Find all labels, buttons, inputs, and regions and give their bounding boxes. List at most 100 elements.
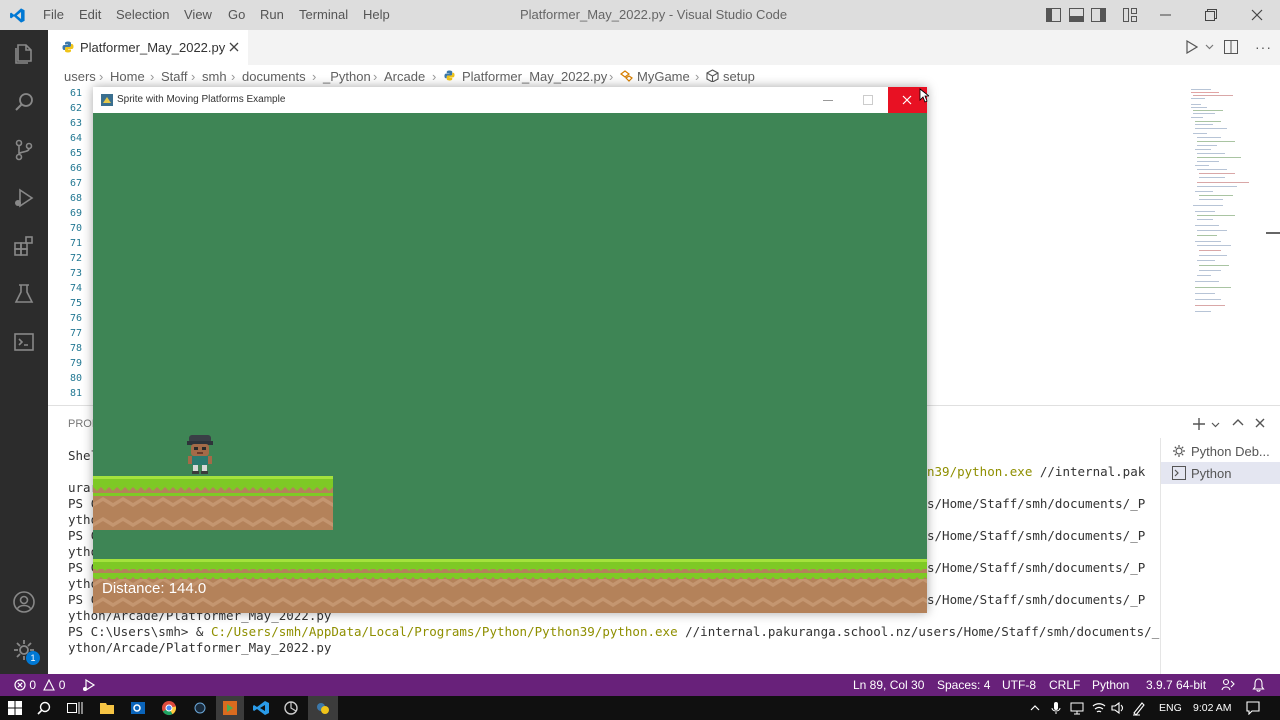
app-dark-icon[interactable]	[189, 699, 211, 717]
debug-run-icon[interactable]	[82, 678, 96, 692]
arcade-game-icon	[223, 701, 237, 715]
source-control-icon[interactable]	[12, 138, 36, 162]
breadcrumb-separator: ›	[312, 69, 317, 84]
wifi-icon[interactable]	[1092, 701, 1106, 715]
clock[interactable]: 9:02 AM	[1193, 702, 1232, 714]
debug-gear-icon	[1173, 445, 1185, 457]
menu-selection[interactable]: Selection	[116, 7, 169, 22]
input-language[interactable]: ENG	[1159, 702, 1182, 714]
close-button[interactable]	[1234, 0, 1280, 30]
network-icon[interactable]	[1070, 701, 1084, 715]
outlook-icon[interactable]	[127, 699, 149, 717]
menu-go[interactable]: Go	[228, 7, 245, 22]
breadcrumb-arcade[interactable]: Arcade	[384, 69, 425, 84]
menu-help[interactable]: Help	[363, 7, 390, 22]
run-debug-icon[interactable]	[12, 186, 36, 210]
vscode-taskbar-icon[interactable]	[250, 699, 272, 717]
notification-center-icon[interactable]	[1246, 701, 1260, 715]
breadcrumb-python[interactable]: _Python	[323, 69, 371, 84]
file-explorer-icon[interactable]	[96, 699, 118, 717]
extensions-icon[interactable]	[12, 234, 36, 258]
method-symbol-icon	[706, 69, 719, 82]
search-icon[interactable]	[37, 701, 51, 715]
python-file-icon	[62, 41, 74, 53]
feedback-icon[interactable]	[1221, 678, 1235, 692]
encoding[interactable]: UTF-8	[1002, 678, 1036, 692]
more-actions-icon[interactable]: ···	[1255, 39, 1272, 55]
remote-explorer-icon[interactable]	[12, 330, 36, 354]
pen-input-icon[interactable]	[1131, 700, 1147, 716]
cursor-position[interactable]: Ln 89, Col 30	[853, 678, 924, 692]
search-icon[interactable]	[12, 90, 36, 114]
game-title-bar[interactable]: Sprite with Moving Platforms Example	[93, 87, 927, 113]
game-maximize-button[interactable]	[853, 87, 883, 113]
tab-platformer[interactable]: Platformer_May_2022.py	[48, 30, 248, 65]
split-editor-icon[interactable]	[1224, 40, 1238, 54]
python-interpreter[interactable]: 3.9.7 64-bit	[1146, 678, 1206, 692]
explorer-icon[interactable]	[12, 42, 36, 66]
language-mode[interactable]: Python	[1092, 678, 1129, 692]
close-panel-icon[interactable]	[1255, 418, 1265, 428]
breadcrumb-method[interactable]: setup	[723, 69, 755, 84]
testing-icon[interactable]	[12, 282, 36, 306]
toggle-secondary-sidebar-icon[interactable]	[1091, 8, 1106, 22]
accounts-icon[interactable]	[12, 590, 36, 614]
breadcrumb-staff[interactable]: Staff	[161, 69, 188, 84]
line-number: 70	[69, 223, 82, 234]
game-minimize-button[interactable]	[813, 87, 843, 113]
warning-icon	[43, 678, 56, 691]
restore-button[interactable]	[1188, 0, 1234, 30]
task-view-icon[interactable]	[67, 701, 83, 715]
line-number: 65	[69, 148, 82, 159]
line-number: 63	[69, 118, 82, 129]
game-canvas[interactable]: Distance: 144.0	[93, 113, 927, 613]
breadcrumb-documents[interactable]: documents	[242, 69, 306, 84]
taskbar-item-python[interactable]	[308, 696, 338, 720]
app-circle-icon[interactable]	[280, 699, 302, 717]
terminal-tab-python[interactable]: Python	[1161, 462, 1280, 484]
warning-count: 0	[58, 678, 66, 692]
menu-terminal[interactable]: Terminal	[299, 7, 348, 22]
game-app-icon	[101, 94, 113, 106]
tray-chevron-up-icon[interactable]	[1030, 704, 1040, 711]
distance-readout: Distance: 144.0	[102, 580, 207, 597]
volume-icon[interactable]	[1111, 701, 1125, 715]
terminal-line: PS C:\Users\smh> & C:/Users/smh/AppData/…	[68, 624, 1167, 639]
menu-view[interactable]: View	[184, 7, 212, 22]
chevron-down-icon[interactable]	[1205, 44, 1214, 50]
terminal-tab-debug[interactable]: Python Deb...	[1161, 440, 1280, 462]
microphone-icon[interactable]	[1051, 701, 1061, 715]
chrome-icon[interactable]	[158, 699, 180, 717]
end-of-line[interactable]: CRLF	[1049, 678, 1080, 692]
close-tab-icon[interactable]	[229, 42, 239, 52]
update-badge: 1	[26, 651, 40, 665]
taskbar-item-game[interactable]	[216, 696, 244, 720]
menu-run[interactable]: Run	[260, 7, 284, 22]
problems-status[interactable]: 0 0	[14, 678, 65, 692]
maximize-panel-icon[interactable]	[1232, 418, 1244, 426]
terminal-line-fragment: n39/python.exe //internal.pak	[927, 464, 1146, 479]
toggle-sidebar-icon[interactable]	[1046, 8, 1061, 22]
breadcrumb-users[interactable]: users	[64, 69, 96, 84]
toggle-panel-icon[interactable]	[1069, 8, 1084, 22]
breadcrumb-separator: ›	[191, 69, 196, 84]
new-terminal-icon[interactable]	[1192, 417, 1206, 431]
customize-layout-icon[interactable]	[1123, 8, 1137, 22]
line-number: 81	[69, 388, 82, 399]
indentation[interactable]: Spaces: 4	[937, 678, 990, 692]
chevron-down-icon[interactable]	[1211, 422, 1220, 428]
breadcrumb-class[interactable]: MyGame	[637, 69, 690, 84]
activity-bar: 1	[0, 30, 48, 674]
breadcrumb-home[interactable]: Home	[110, 69, 145, 84]
minimap[interactable]	[1185, 87, 1265, 327]
breadcrumb-file[interactable]: Platformer_May_2022.py	[462, 69, 607, 84]
menu-edit[interactable]: Edit	[79, 7, 101, 22]
notifications-bell-icon[interactable]	[1252, 678, 1265, 692]
run-python-file-icon[interactable]	[1186, 40, 1198, 54]
minimize-button[interactable]	[1142, 0, 1188, 30]
python-taskbar-icon	[317, 703, 329, 714]
windows-start-icon[interactable]	[8, 701, 22, 715]
menu-file[interactable]: File	[43, 7, 64, 22]
terminal-line: ython/Arcade/Platformer_May_2022.py	[68, 640, 332, 655]
breadcrumb-smh[interactable]: smh	[202, 69, 227, 84]
